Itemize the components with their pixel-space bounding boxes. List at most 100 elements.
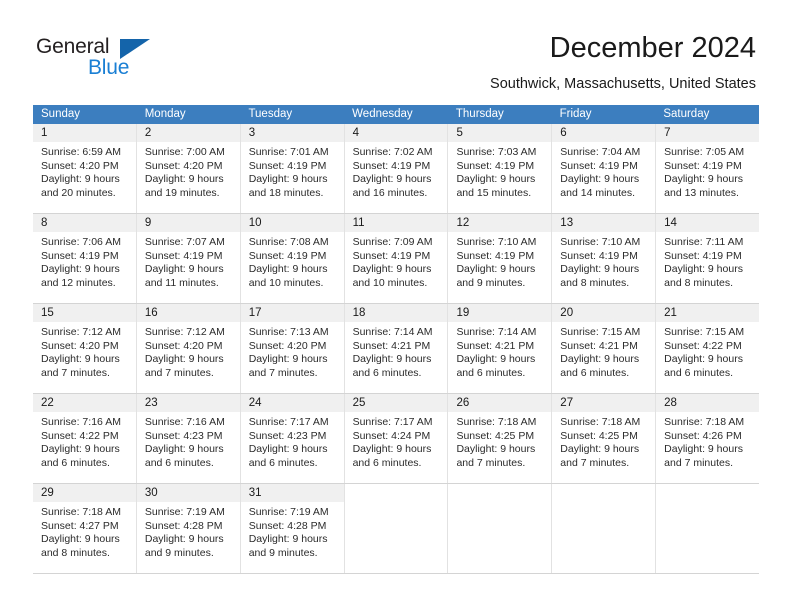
calendar-day-cell[interactable]: 15 Sunrise: 7:12 AM Sunset: 4:20 PM Dayl… (33, 304, 137, 393)
calendar-day-cell[interactable]: 23 Sunrise: 7:16 AM Sunset: 4:23 PM Dayl… (136, 394, 241, 483)
day-details: Sunrise: 7:17 AM Sunset: 4:23 PM Dayligh… (241, 412, 344, 470)
sunrise-text: Sunrise: 7:03 AM (456, 146, 537, 158)
calendar-day-cell[interactable]: 30 Sunrise: 7:19 AM Sunset: 4:28 PM Dayl… (136, 484, 241, 573)
day-details: Sunrise: 7:08 AM Sunset: 4:19 PM Dayligh… (241, 232, 344, 290)
day-number: 4 (344, 124, 448, 142)
calendar-day-cell[interactable]: 28 Sunrise: 7:18 AM Sunset: 4:26 PM Dayl… (656, 394, 760, 483)
sunset-text: Sunset: 4:19 PM (352, 159, 431, 172)
calendar-day-cell-empty (656, 484, 760, 573)
calendar-day-cell[interactable]: 29 Sunrise: 7:18 AM Sunset: 4:27 PM Dayl… (33, 484, 137, 573)
day-details: Sunrise: 7:03 AM Sunset: 4:19 PM Dayligh… (448, 142, 551, 200)
day-number: 7 (656, 124, 760, 142)
calendar-day-cell[interactable]: 5 Sunrise: 7:03 AM Sunset: 4:19 PM Dayli… (448, 124, 553, 213)
sunset-text: Sunset: 4:26 PM (664, 429, 742, 442)
sunrise-text: Sunrise: 7:16 AM (144, 416, 225, 428)
calendar-day-cell[interactable]: 2 Sunrise: 7:00 AM Sunset: 4:20 PM Dayli… (136, 124, 241, 213)
sunrise-text: Sunrise: 7:05 AM (664, 146, 745, 158)
calendar-day-cell[interactable]: 24 Sunrise: 7:17 AM Sunset: 4:23 PM Dayl… (240, 394, 345, 483)
daylight-text-line2: and 7 minutes. (560, 456, 630, 469)
sunset-text: Sunset: 4:19 PM (456, 159, 535, 172)
calendar-day-cell[interactable]: 18 Sunrise: 7:14 AM Sunset: 4:21 PM Dayl… (344, 304, 449, 393)
daylight-text-line1: Daylight: 9 hours (144, 173, 224, 186)
calendar-day-cell[interactable]: 20 Sunrise: 7:15 AM Sunset: 4:21 PM Dayl… (552, 304, 657, 393)
daylight-text-line1: Daylight: 9 hours (664, 173, 743, 186)
sunset-text: Sunset: 4:19 PM (664, 159, 742, 172)
calendar-day-cell[interactable]: 26 Sunrise: 7:18 AM Sunset: 4:25 PM Dayl… (448, 394, 553, 483)
calendar-day-cell[interactable]: 11 Sunrise: 7:09 AM Sunset: 4:19 PM Dayl… (344, 214, 449, 303)
day-details: Sunrise: 7:12 AM Sunset: 4:20 PM Dayligh… (33, 322, 136, 380)
calendar-day-cell[interactable]: 31 Sunrise: 7:19 AM Sunset: 4:28 PM Dayl… (240, 484, 345, 573)
daylight-text-line1: Daylight: 9 hours (560, 353, 640, 366)
daylight-text-line2: and 6 minutes. (664, 366, 734, 379)
generalblue-logo: General Blue (36, 36, 176, 82)
weekday-header-row: Sunday Monday Tuesday Wednesday Thursday… (33, 105, 759, 124)
day-details: Sunrise: 7:19 AM Sunset: 4:28 PM Dayligh… (137, 502, 240, 560)
daylight-text-line2: and 7 minutes. (144, 366, 214, 379)
day-details: Sunrise: 7:18 AM Sunset: 4:27 PM Dayligh… (33, 502, 136, 560)
calendar-day-cell[interactable]: 16 Sunrise: 7:12 AM Sunset: 4:20 PM Dayl… (136, 304, 241, 393)
day-details: Sunrise: 7:13 AM Sunset: 4:20 PM Dayligh… (241, 322, 344, 380)
sunset-text: Sunset: 4:20 PM (41, 339, 119, 352)
calendar-day-cell[interactable]: 3 Sunrise: 7:01 AM Sunset: 4:19 PM Dayli… (240, 124, 345, 213)
sunset-text: Sunset: 4:23 PM (248, 429, 327, 442)
day-details: Sunrise: 7:18 AM Sunset: 4:25 PM Dayligh… (552, 412, 655, 470)
day-details: Sunrise: 7:16 AM Sunset: 4:23 PM Dayligh… (137, 412, 240, 470)
page-subtitle-location: Southwick, Massachusetts, United States (490, 76, 756, 92)
daylight-text-line2: and 7 minutes. (456, 456, 526, 469)
sunset-text: Sunset: 4:20 PM (144, 159, 223, 172)
calendar-day-cell[interactable]: 7 Sunrise: 7:05 AM Sunset: 4:19 PM Dayli… (656, 124, 760, 213)
day-number (448, 484, 552, 502)
sunrise-text: Sunrise: 7:10 AM (456, 236, 537, 248)
sunrise-text: Sunrise: 7:18 AM (560, 416, 641, 428)
daylight-text-line2: and 6 minutes. (248, 456, 318, 469)
sunset-text: Sunset: 4:20 PM (248, 339, 327, 352)
calendar-day-cell[interactable]: 27 Sunrise: 7:18 AM Sunset: 4:25 PM Dayl… (552, 394, 657, 483)
calendar-day-cell[interactable]: 10 Sunrise: 7:08 AM Sunset: 4:19 PM Dayl… (240, 214, 345, 303)
daylight-text-line1: Daylight: 9 hours (352, 173, 432, 186)
day-details: Sunrise: 7:18 AM Sunset: 4:25 PM Dayligh… (448, 412, 551, 470)
daylight-text-line1: Daylight: 9 hours (352, 263, 432, 276)
sunrise-text: Sunrise: 7:13 AM (248, 326, 329, 338)
daylight-text-line2: and 7 minutes. (664, 456, 734, 469)
calendar-day-cell[interactable]: 12 Sunrise: 7:10 AM Sunset: 4:19 PM Dayl… (448, 214, 553, 303)
sunset-text: Sunset: 4:28 PM (248, 519, 327, 532)
calendar-day-cell[interactable]: 1 Sunrise: 6:59 AM Sunset: 4:20 PM Dayli… (33, 124, 137, 213)
day-number: 24 (240, 394, 344, 412)
calendar-day-cell[interactable]: 17 Sunrise: 7:13 AM Sunset: 4:20 PM Dayl… (240, 304, 345, 393)
sunrise-text: Sunrise: 7:06 AM (41, 236, 121, 248)
weekday-header-tuesday: Tuesday (248, 108, 293, 120)
calendar-day-cell[interactable]: 8 Sunrise: 7:06 AM Sunset: 4:19 PM Dayli… (33, 214, 137, 303)
daylight-text-line1: Daylight: 9 hours (456, 353, 536, 366)
daylight-text-line1: Daylight: 9 hours (456, 173, 536, 186)
daylight-text-line1: Daylight: 9 hours (248, 173, 328, 186)
calendar-day-cell[interactable]: 13 Sunrise: 7:10 AM Sunset: 4:19 PM Dayl… (552, 214, 657, 303)
sunrise-text: Sunrise: 6:59 AM (41, 146, 121, 158)
day-number: 21 (656, 304, 760, 322)
sunrise-text: Sunrise: 7:14 AM (456, 326, 537, 338)
calendar-day-cell[interactable]: 25 Sunrise: 7:17 AM Sunset: 4:24 PM Dayl… (344, 394, 449, 483)
calendar-day-cell[interactable]: 22 Sunrise: 7:16 AM Sunset: 4:22 PM Dayl… (33, 394, 137, 483)
daylight-text-line1: Daylight: 9 hours (560, 263, 640, 276)
sunrise-text: Sunrise: 7:16 AM (41, 416, 121, 428)
calendar-day-cell[interactable]: 9 Sunrise: 7:07 AM Sunset: 4:19 PM Dayli… (136, 214, 241, 303)
day-number: 10 (240, 214, 344, 232)
calendar-grid: Sunday Monday Tuesday Wednesday Thursday… (33, 105, 760, 574)
sunrise-text: Sunrise: 7:09 AM (352, 236, 433, 248)
calendar-week-row: 22 Sunrise: 7:16 AM Sunset: 4:22 PM Dayl… (33, 394, 760, 484)
daylight-text-line2: and 9 minutes. (248, 546, 318, 559)
sunrise-text: Sunrise: 7:14 AM (352, 326, 433, 338)
calendar-day-cell[interactable]: 4 Sunrise: 7:02 AM Sunset: 4:19 PM Dayli… (344, 124, 449, 213)
sunset-text: Sunset: 4:21 PM (560, 339, 638, 352)
daylight-text-line2: and 6 minutes. (41, 456, 110, 469)
calendar-day-cell[interactable]: 14 Sunrise: 7:11 AM Sunset: 4:19 PM Dayl… (656, 214, 760, 303)
daylight-text-line1: Daylight: 9 hours (41, 263, 120, 276)
sunrise-text: Sunrise: 7:00 AM (144, 146, 225, 158)
calendar-day-cell[interactable]: 19 Sunrise: 7:14 AM Sunset: 4:21 PM Dayl… (448, 304, 553, 393)
day-number: 11 (344, 214, 448, 232)
calendar-day-cell[interactable]: 21 Sunrise: 7:15 AM Sunset: 4:22 PM Dayl… (656, 304, 760, 393)
calendar-day-cell[interactable]: 6 Sunrise: 7:04 AM Sunset: 4:19 PM Dayli… (552, 124, 657, 213)
daylight-text-line2: and 20 minutes. (41, 186, 116, 199)
weekday-header-wednesday: Wednesday (352, 108, 413, 120)
day-details: Sunrise: 6:59 AM Sunset: 4:20 PM Dayligh… (33, 142, 136, 200)
daylight-text-line1: Daylight: 9 hours (352, 443, 432, 456)
